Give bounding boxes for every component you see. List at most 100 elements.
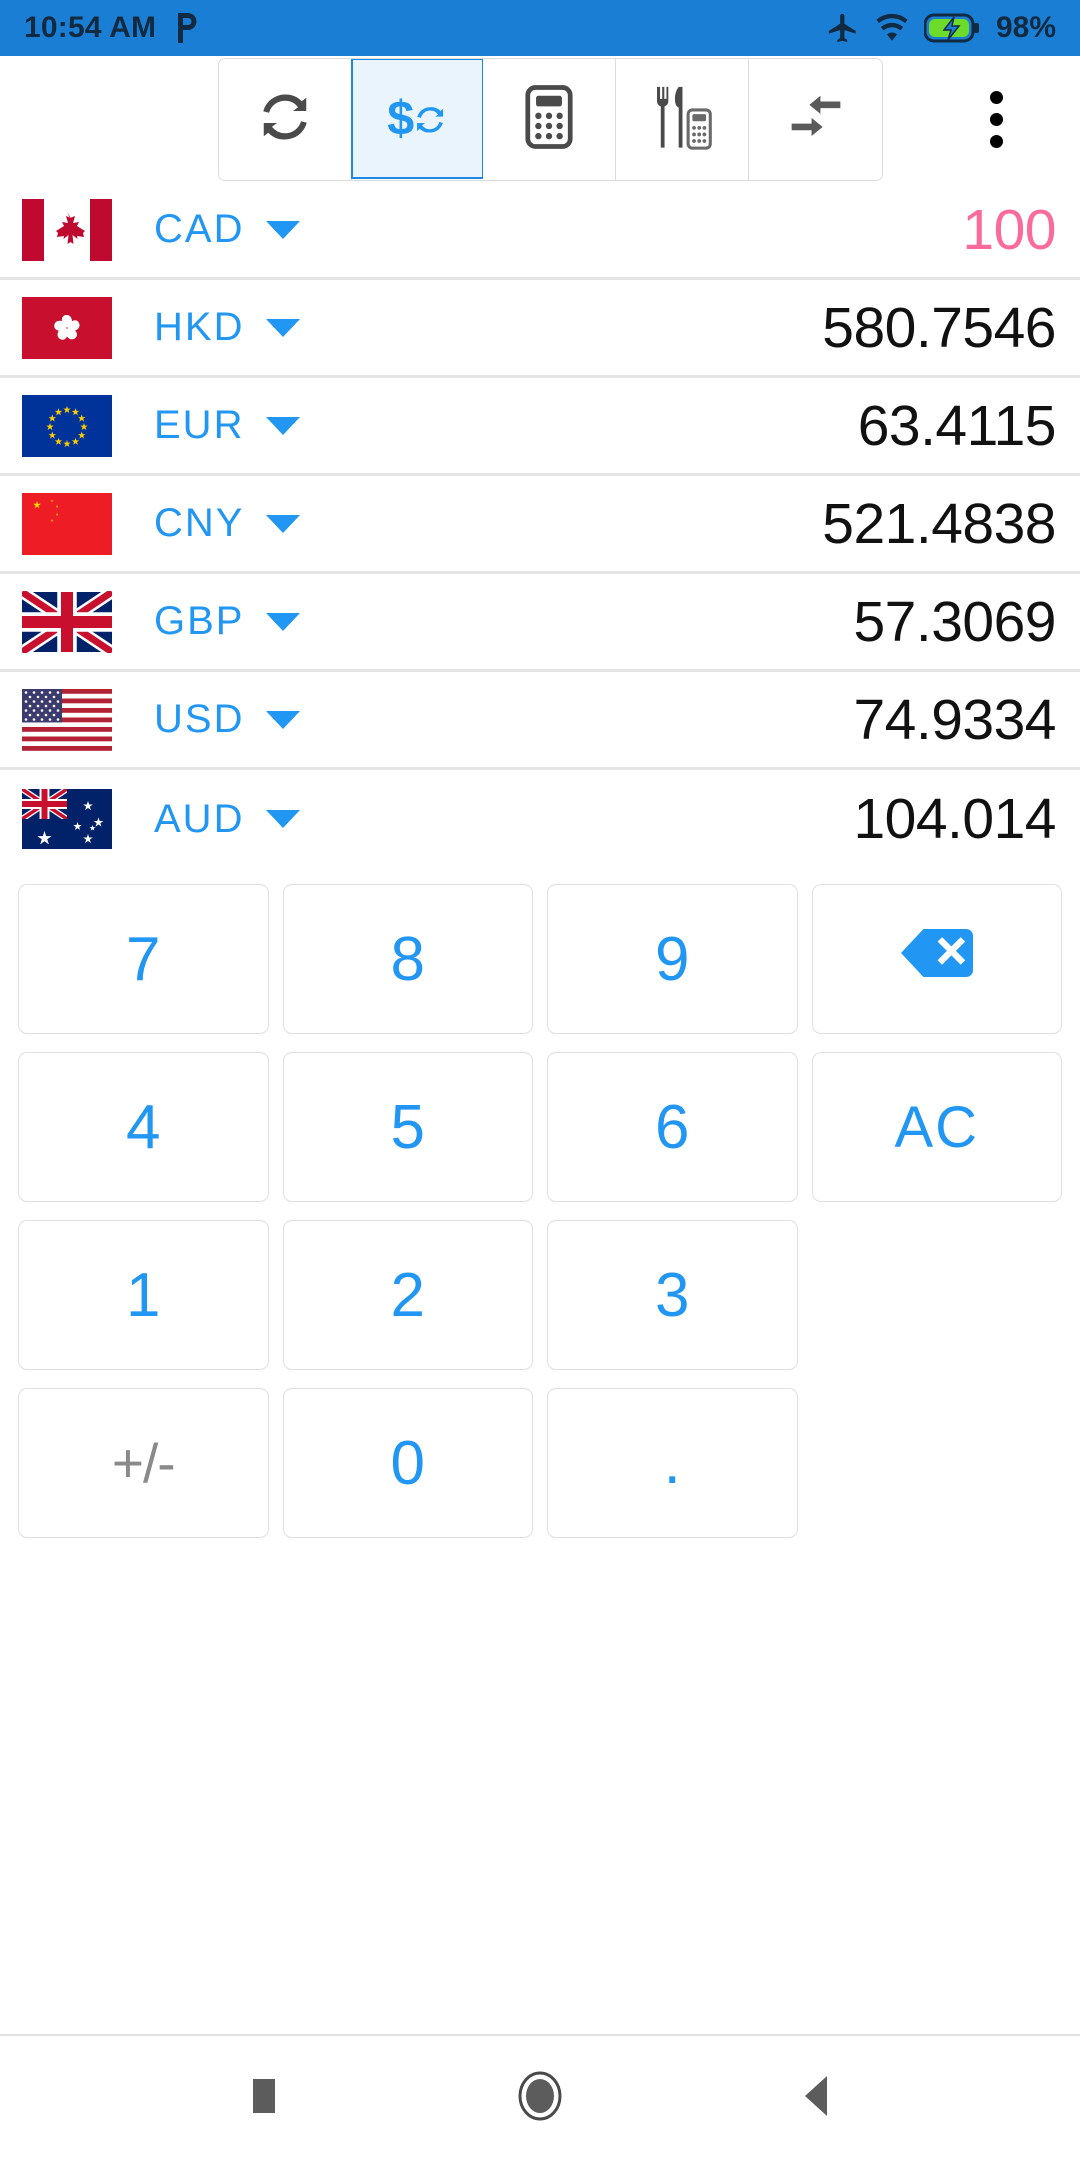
key-7[interactable]: 7 [18,884,269,1034]
toolbar: $ [0,56,1080,182]
currency-value[interactable]: 521.4838 [822,491,1056,557]
sync-rates-button[interactable] [219,58,352,180]
ca-flag [22,198,112,261]
refresh-sync-icon [255,87,315,152]
table-row[interactable]: CNY 521.4838 [0,476,1080,574]
currency-value[interactable]: 580.7546 [822,295,1056,361]
back-button[interactable] [771,2053,861,2143]
fork-knife-calculator-icon [651,84,713,155]
status-bar-right: 98% [826,11,1056,45]
key-0[interactable]: 0 [282,1388,533,1538]
key-blank-1 [812,1220,1063,1370]
calculator-icon [520,84,578,155]
airplane-mode-icon [826,11,860,45]
table-row[interactable]: USD 74.9334 [0,672,1080,770]
chevron-down-icon[interactable] [266,810,301,828]
key-1[interactable]: 1 [18,1220,269,1370]
overflow-dot-2 [989,112,1003,126]
currency-converter-button[interactable]: $ [351,58,484,179]
key-label: 6 [655,1092,690,1162]
key-backspace[interactable] [811,884,1062,1034]
key-label: 9 [655,924,690,994]
square-icon [249,2077,279,2120]
key-plus-minus[interactable]: +/- [18,1388,269,1538]
key-2[interactable]: 2 [282,1220,533,1370]
backspace-icon [900,924,973,995]
currency-code[interactable]: HKD [154,305,244,350]
chevron-down-icon[interactable] [266,514,301,533]
table-row[interactable]: EUR 63.4115 [0,378,1080,476]
battery-percent: 98% [995,11,1056,44]
key-4[interactable]: 4 [18,1052,269,1202]
key-8[interactable]: 8 [282,884,533,1034]
key-label: AC [894,1094,980,1160]
table-row[interactable]: AUD 104.014 [0,770,1080,868]
converge-arrows-icon [785,92,847,147]
au-flag [22,788,112,850]
currency-value[interactable]: 74.9334 [853,687,1056,753]
status-time: 10:54 AM [24,11,157,44]
currency-value[interactable]: 104.014 [853,786,1056,852]
numeric-keypad: 7 8 9 4 5 6 AC 1 2 3 +/- 0 . [0,868,1080,1538]
key-label: 5 [390,1092,425,1162]
chevron-down-icon[interactable] [266,318,301,337]
overflow-dot-3 [989,134,1003,148]
table-row[interactable]: GBP 57.3069 [0,574,1080,672]
dollar-sync-icon: $ [385,85,451,152]
key-3[interactable]: 3 [547,1220,798,1370]
currency-code[interactable]: GBP [154,599,244,644]
currency-code[interactable]: AUD [154,797,244,842]
triangle-left-icon [799,2074,833,2123]
currency-code[interactable]: EUR [154,403,244,448]
key-label: 2 [390,1260,425,1330]
tip-calculator-button[interactable] [616,58,749,180]
currency-code[interactable]: CAD [154,207,244,252]
status-bar: 10:54 AM 98% [0,0,1080,56]
recents-button[interactable] [219,2053,309,2143]
table-row[interactable]: HKD 580.7546 [0,280,1080,378]
system-navigation-bar [0,2034,1080,2160]
key-label: +/- [111,1432,176,1494]
hk-flag [22,296,112,359]
key-5[interactable]: 5 [282,1052,533,1202]
home-button[interactable] [495,2053,585,2143]
chevron-down-icon[interactable] [266,612,301,631]
key-decimal[interactable]: . [547,1388,798,1538]
key-label: 4 [126,1092,161,1162]
eu-flag [22,394,112,457]
chevron-down-icon[interactable] [266,220,301,239]
circle-icon [515,2071,565,2126]
key-label: . [663,1427,681,1497]
table-row[interactable]: CAD 100 [0,182,1080,280]
compare-button[interactable] [749,58,882,180]
svg-text:$: $ [387,91,414,145]
chevron-down-icon[interactable] [266,416,301,435]
key-label: 1 [126,1260,161,1330]
key-blank-2 [812,1388,1063,1538]
currency-code[interactable]: CNY [154,501,244,546]
status-bar-left: 10:54 AM [24,11,826,45]
key-all-clear[interactable]: AC [811,1052,1062,1202]
currency-list: CAD 100 HKD 580.7546 EUR 63.4115 CNY 521… [0,182,1080,868]
pesa-p-icon [174,11,200,45]
overflow-dot-1 [989,90,1003,104]
key-label: 8 [390,924,425,994]
us-flag [22,688,112,751]
currency-value[interactable]: 57.3069 [853,589,1056,655]
currency-value[interactable]: 100 [962,197,1056,263]
toolbar-button-group: $ [218,57,883,181]
key-6[interactable]: 6 [547,1052,798,1202]
currency-value[interactable]: 63.4115 [858,393,1057,459]
key-label: 0 [390,1428,425,1498]
wifi-icon [874,11,910,45]
cn-flag [22,492,112,555]
calculator-button[interactable] [483,58,616,180]
currency-code[interactable]: USD [154,697,244,742]
key-9[interactable]: 9 [547,884,798,1034]
chevron-down-icon[interactable] [266,710,301,729]
key-label: 7 [126,924,161,994]
battery-charging-icon [923,11,980,45]
gb-flag [22,590,112,653]
overflow-menu-button[interactable] [958,81,1034,157]
key-label: 3 [655,1260,690,1330]
